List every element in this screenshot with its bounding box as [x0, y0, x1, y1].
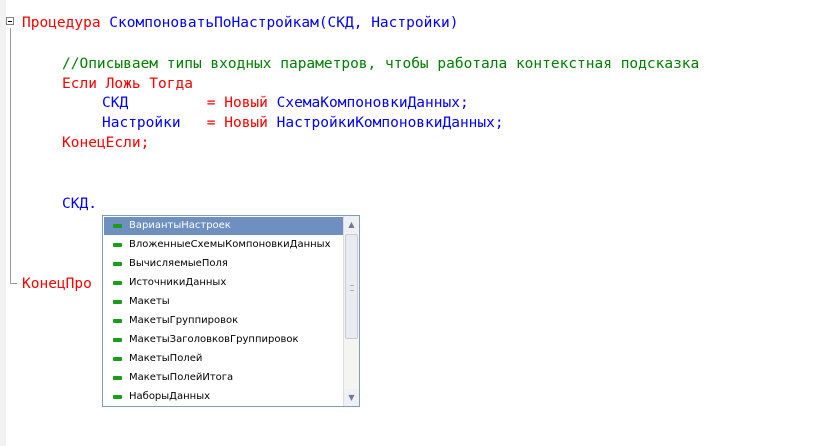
- autocomplete-item[interactable]: МакетыПолейИтога: [104, 369, 343, 387]
- fold-line: [10, 28, 11, 283]
- autocomplete-item[interactable]: Макеты: [104, 293, 343, 311]
- scroll-down-icon[interactable]: ▼: [344, 389, 359, 406]
- autocomplete-item[interactable]: ИсточникиДанных: [104, 274, 343, 292]
- item-label: ИсточникиДанных: [129, 277, 227, 288]
- property-icon: [113, 376, 122, 380]
- code-line-comment[interactable]: //Описываем типы входных параметров, что…: [62, 55, 699, 74]
- code-line-skd-dot[interactable]: СКД.: [62, 195, 97, 214]
- item-label: НаборыДанных: [129, 391, 211, 402]
- fold-end: [10, 283, 17, 284]
- keyword-procedure: Процедура: [22, 15, 101, 31]
- property-icon: [113, 224, 122, 228]
- code-line-skd-assign[interactable]: СКД = Новый СхемаКомпоновкиДанных;: [102, 94, 469, 113]
- autocomplete-item[interactable]: НаборыДанных: [104, 388, 343, 406]
- assign-new: = Новый: [206, 115, 268, 131]
- assign-new: = Новый: [206, 95, 268, 111]
- property-icon: [113, 243, 122, 247]
- item-label: ВариантыНастроек: [129, 220, 231, 231]
- autocomplete-item[interactable]: ВычисляемыеПоля: [104, 255, 343, 273]
- property-icon: [113, 300, 122, 304]
- autocomplete-item[interactable]: МакетыГруппировок: [104, 312, 343, 330]
- editor-gutter: [0, 0, 6, 446]
- code-line-endif[interactable]: КонецЕсли;: [62, 134, 149, 153]
- property-icon: [113, 262, 122, 266]
- autocomplete-item[interactable]: МакетыЗаголовковГруппировок: [104, 331, 343, 349]
- property-icon: [113, 357, 122, 361]
- var-skd: СКД: [102, 95, 129, 111]
- item-label: ВычисляемыеПоля: [129, 258, 228, 269]
- code-line-procedure[interactable]: Процедура СкомпоноватьПоНастройкам(СКД, …: [22, 14, 459, 33]
- property-icon: [113, 319, 122, 323]
- type-name: СхемаКомпоновкиДанных;: [267, 95, 469, 111]
- autocomplete-item[interactable]: ВложенныеСхемыКомпоновкиДанных: [104, 236, 343, 254]
- property-icon: [113, 338, 122, 342]
- code-line-if[interactable]: Если Ложь Тогда: [62, 75, 193, 94]
- code-line-endprocedure[interactable]: КонецПро: [22, 275, 92, 294]
- item-label: МакетыПолейИтога: [129, 372, 234, 383]
- var-settings: Настройки: [102, 115, 181, 131]
- fold-collapse-icon[interactable]: [6, 17, 14, 25]
- scroll-thumb[interactable]: [345, 234, 358, 339]
- autocomplete-popup[interactable]: ВариантыНастроек ВложенныеСхемыКомпоновк…: [102, 215, 360, 407]
- scroll-up-icon[interactable]: ▲: [344, 216, 359, 233]
- popup-scrollbar[interactable]: ▲ ▼: [343, 216, 359, 406]
- item-label: ВложенныеСхемыКомпоновкиДанных: [129, 239, 331, 250]
- item-label: МакетыПолей: [129, 353, 203, 364]
- item-label: МакетыГруппировок: [129, 315, 239, 326]
- grip-icon: [350, 285, 354, 291]
- code-line-settings-assign[interactable]: Настройки = Новый НастройкиКомпоновкиДан…: [102, 114, 504, 133]
- item-label: МакетыЗаголовковГруппировок: [129, 334, 299, 345]
- property-icon: [113, 281, 122, 285]
- property-icon: [113, 395, 122, 399]
- autocomplete-item[interactable]: ВариантыНастроек: [104, 217, 343, 235]
- autocomplete-item[interactable]: МакетыПолей: [104, 350, 343, 368]
- type-name: НастройкиКомпоновкиДанных;: [267, 115, 504, 131]
- item-label: Макеты: [129, 296, 170, 307]
- autocomplete-list[interactable]: ВариантыНастроек ВложенныеСхемыКомпоновк…: [103, 216, 343, 406]
- procedure-signature: СкомпоноватьПоНастройкам(СКД, Настройки): [100, 15, 459, 31]
